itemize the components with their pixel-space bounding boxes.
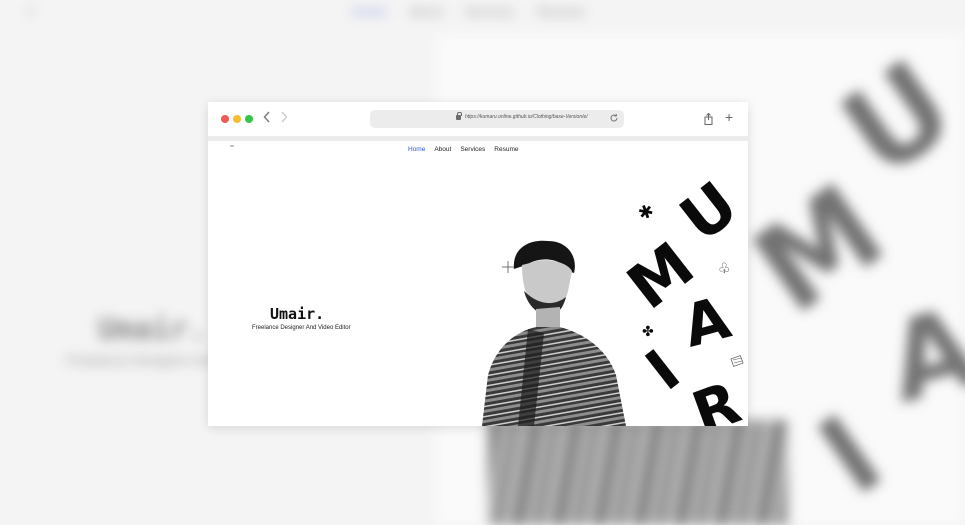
- site-navigation: Home About Services Resume: [408, 146, 519, 153]
- presentation-stage: Home About Services Resume Umair. Freela…: [0, 0, 965, 525]
- url-text: https://kumaru.online.github.io/Clothing…: [465, 114, 588, 120]
- reload-icon[interactable]: [609, 113, 619, 126]
- bg-nav-resume: Resume: [536, 4, 585, 19]
- hero-artwork: ✱ ✤ ♧ U M A I R: [456, 161, 748, 426]
- chevron-left-icon[interactable]: [263, 111, 271, 125]
- minimize-window-button[interactable]: [233, 115, 241, 123]
- lock-icon: [456, 112, 462, 120]
- svg-text:✱: ✱: [635, 200, 656, 225]
- browser-window: https://kumaru.online.github.io/Clothing…: [208, 102, 748, 426]
- address-bar[interactable]: https://kumaru.online.github.io/Clothing…: [370, 110, 624, 128]
- bg-letter-i: I: [796, 390, 904, 520]
- site-logo[interactable]: [230, 145, 234, 147]
- share-icon[interactable]: [704, 112, 713, 125]
- hero-subtitle: Freelance Designer And Video Editor: [252, 325, 351, 331]
- bg-nav-home: Home: [352, 4, 387, 19]
- close-window-button[interactable]: [221, 115, 229, 123]
- bg-nav-about: About: [408, 4, 443, 19]
- nav-about-link[interactable]: About: [434, 146, 451, 153]
- plus-icon[interactable]: +: [725, 109, 733, 125]
- maximize-window-button[interactable]: [245, 115, 253, 123]
- svg-text:♧: ♧: [718, 261, 731, 277]
- hero-name: Umair.: [270, 305, 325, 323]
- bg-nav-services: Services: [464, 4, 515, 19]
- nav-services-link[interactable]: Services: [460, 146, 485, 153]
- chevron-right-icon[interactable]: [280, 111, 288, 125]
- bg-letter-u: U: [818, 34, 965, 205]
- bg-logo: [26, 6, 36, 16]
- browser-toolbar: https://kumaru.online.github.io/Clothing…: [208, 102, 748, 141]
- nav-home-link[interactable]: Home: [408, 146, 425, 153]
- bg-hero-name: Umair.: [98, 312, 207, 347]
- bg-letter-a: A: [874, 282, 965, 428]
- bg-nav: Home About Services Resume: [352, 4, 585, 19]
- bg-letters: U M A I: [731, 34, 965, 525]
- nav-resume-link[interactable]: Resume: [494, 146, 518, 153]
- website-page: Home About Services Resume Umair. Freela…: [208, 141, 748, 426]
